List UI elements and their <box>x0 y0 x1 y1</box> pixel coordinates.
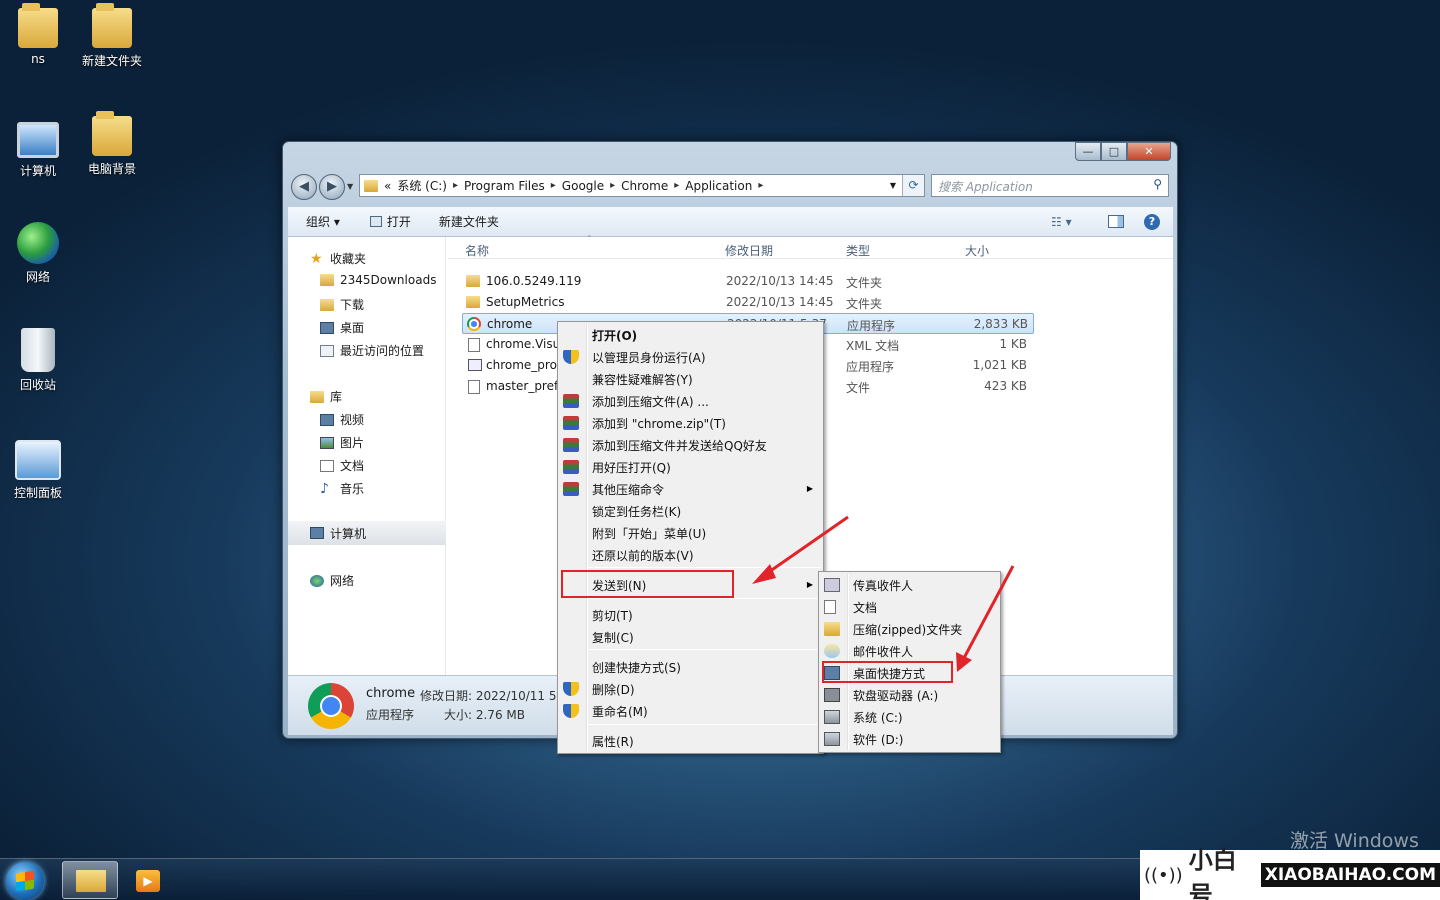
brand-cn: 小白号 <box>1188 846 1237 900</box>
annotation-arrows <box>752 515 1015 672</box>
annotation-arrow-desktop-shortcut <box>962 565 1015 659</box>
taskbar-explorer-button[interactable] <box>62 861 118 899</box>
explorer-icon <box>76 870 106 892</box>
annotation-arrowhead <box>752 564 776 584</box>
taskbar-media-button[interactable]: ▶ <box>124 861 170 899</box>
start-button[interactable] <box>6 862 44 900</box>
activate-windows-watermark: 激活 Windows <box>1290 830 1419 852</box>
brand-en: XIAOBAIHAO.COM <box>1260 863 1440 887</box>
site-logo: ((•)) 小白号 XIAOBAIHAO.COM <box>1140 846 1440 900</box>
annotation-arrow-send-to <box>765 515 849 576</box>
wifi-icon: ((•)) <box>1144 864 1183 886</box>
media-player-icon: ▶ <box>136 870 160 892</box>
